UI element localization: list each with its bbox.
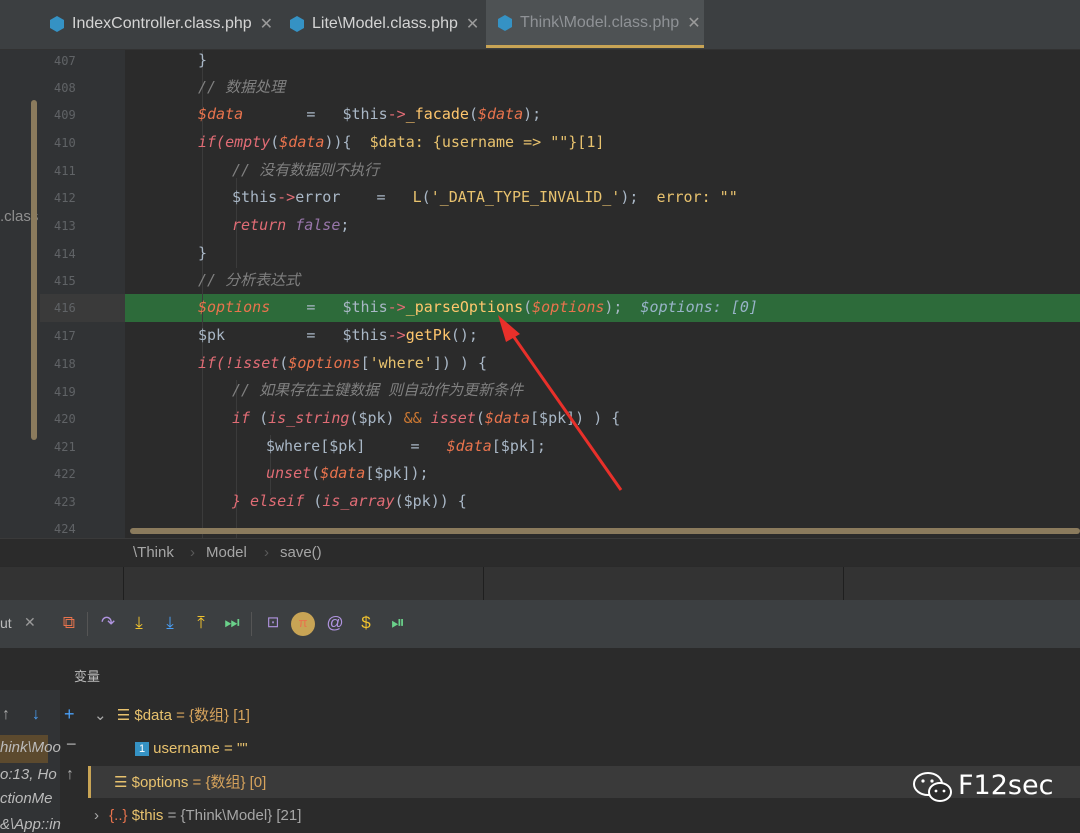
frame-item[interactable]: o:13, Ho (0, 766, 57, 783)
object-icon: {..} (109, 807, 128, 824)
array-icon: ☰ (114, 774, 128, 791)
run-to-cursor-icon[interactable]: ⏭ (221, 612, 243, 634)
close-icon[interactable]: ✕ (24, 614, 36, 631)
frame-item[interactable]: hink\Moo (0, 739, 61, 756)
resume-icon[interactable]: ⏯ (387, 612, 409, 634)
variable-row[interactable]: › {..} $this = {Think\Model} [21] (94, 801, 301, 831)
step-into-icon[interactable]: ⤓ (128, 612, 150, 634)
wechat-icon (913, 772, 952, 802)
chevron-right-icon: › (264, 544, 269, 561)
remove-watch-icon[interactable]: − (66, 734, 77, 755)
variables-header: 变量 (74, 669, 101, 684)
console-icon[interactable]: ⊡ (262, 612, 284, 634)
dollar-icon[interactable]: $ (355, 612, 377, 634)
debug-toolbar: ut ✕ ⧉ ↷ ⤓ ⤓ ⤒ ⏭ ⊡ π @ $ ⏯ (0, 600, 1080, 648)
array-icon: ☰ (116, 707, 131, 724)
chevron-right-icon: › (190, 544, 195, 561)
breadcrumb-class[interactable]: Model (206, 544, 247, 561)
evaluate-icon[interactable]: π (291, 612, 315, 636)
watermark: F12sec (958, 770, 1054, 801)
breadcrumb-method[interactable]: save() (280, 544, 322, 561)
force-step-into-icon[interactable]: ⤓ (159, 612, 181, 634)
step-over-icon[interactable]: ↷ (97, 612, 119, 634)
variable-row[interactable]: ☰ $options = {数组} [0] (114, 768, 266, 798)
chevron-right-icon[interactable]: › (94, 807, 99, 824)
watch-icon[interactable]: @ (324, 612, 346, 634)
string-icon: 1 (135, 742, 149, 757)
arrow-up-icon[interactable]: ↑ (2, 706, 10, 724)
variable-row[interactable]: 1 username = "" (135, 734, 248, 764)
breadcrumb-namespace[interactable]: \Think (133, 544, 174, 561)
debug-tab-label[interactable]: ut (0, 615, 12, 631)
breadcrumb: \Think › Model › save() (0, 538, 1080, 566)
step-out-icon[interactable]: ⤒ (190, 612, 212, 634)
move-up-icon[interactable]: ↑ (66, 766, 74, 784)
frame-item[interactable]: ctionMe (0, 790, 53, 807)
variable-row[interactable]: ⌄ ☰ $data = {数组} [1] (94, 701, 250, 731)
panel-splitter (0, 566, 1080, 601)
horizontal-scrollbar[interactable] (130, 528, 1080, 534)
restore-layout-icon[interactable]: ⧉ (58, 612, 80, 634)
add-watch-icon[interactable]: + (64, 704, 75, 725)
frame-item[interactable]: &\App::in (0, 816, 61, 833)
chevron-down-icon[interactable]: ⌄ (94, 707, 107, 724)
arrow-down-icon[interactable]: ↓ (32, 706, 40, 724)
